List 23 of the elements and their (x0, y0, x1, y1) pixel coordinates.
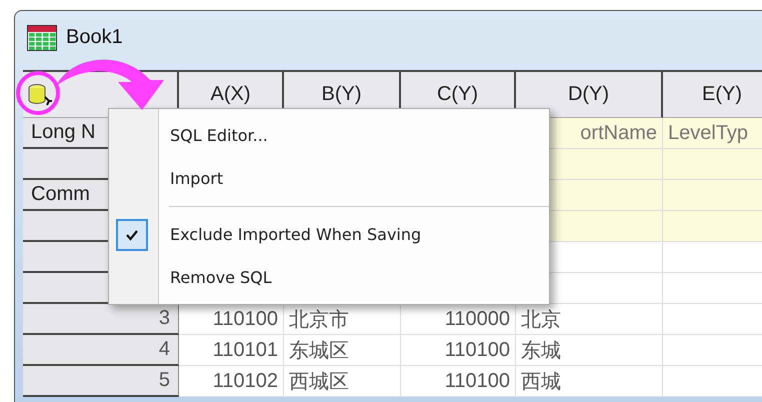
table-cell: 110101 (179, 335, 284, 366)
row-header-label: 5 (158, 369, 170, 392)
table-cell: LevelTyp (663, 118, 762, 149)
menu-item[interactable]: Import (109, 157, 549, 200)
column-header[interactable]: D(Y) (516, 70, 663, 118)
table-cell: 110100 (401, 335, 516, 366)
table-cell: 西城 (516, 366, 663, 397)
column-header[interactable]: E(Y) (663, 70, 762, 118)
database-icon[interactable] (27, 82, 53, 106)
row-header-label: 4 (158, 338, 170, 361)
table-cell: 110100 (401, 366, 516, 397)
window-title: Book1 (66, 25, 123, 49)
highlight-circle (16, 71, 60, 115)
menu-item[interactable]: Exclude Imported When Saving (109, 213, 549, 256)
table-cell: 110102 (179, 366, 284, 397)
row-header-label: 3 (158, 307, 170, 330)
menu-item[interactable]: Remove SQL (109, 256, 549, 299)
row-header-label: Comm (31, 183, 90, 206)
spreadsheet-icon (27, 25, 57, 51)
row-header-label: Long N (31, 121, 96, 144)
table-cell: 东城区 (284, 335, 401, 366)
table-cell: 西城区 (284, 366, 401, 397)
table-cell: 东城 (516, 335, 663, 366)
